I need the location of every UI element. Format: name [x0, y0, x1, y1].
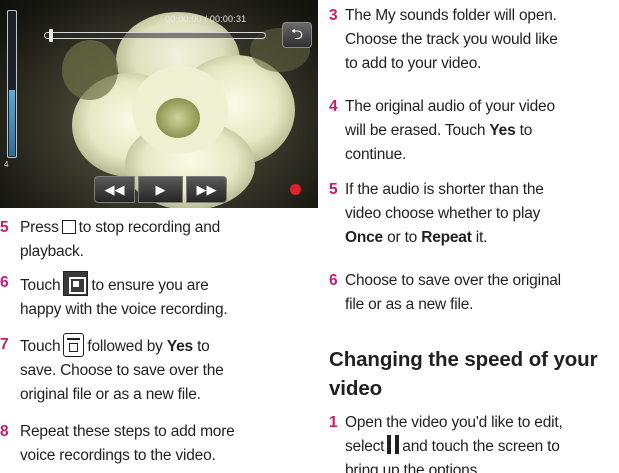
play-icon: ▶: [155, 182, 166, 197]
volume-fill: [9, 90, 15, 156]
seek-bar[interactable]: [44, 29, 266, 42]
rewind-icon: ◀◀: [104, 182, 125, 197]
step-number: 6: [329, 272, 338, 289]
volume-slider[interactable]: [7, 10, 17, 158]
stop-square-icon: [61, 220, 76, 234]
volume-level: 4: [4, 160, 9, 169]
left-step-7: 7 Touch followed by Yes to save. Choose t…: [0, 333, 318, 407]
step-number: 5: [329, 181, 338, 198]
speed-step-1: 1 Open the video you'd like to edit, sel…: [329, 411, 619, 473]
right-step-4: 4 The original audio of your video will …: [329, 95, 619, 167]
section-heading: Changing the speed of your video: [329, 348, 598, 400]
pause-icon: [387, 435, 400, 454]
step-number: 8: [0, 423, 9, 440]
fast-forward-icon: ▶▶: [196, 182, 217, 197]
switch-view-icon: [63, 271, 89, 296]
step-number: 1: [329, 414, 338, 431]
right-step-3: 3 The My sounds folder will open. Choose…: [329, 4, 619, 76]
play-button[interactable]: ▶: [138, 176, 183, 203]
left-step-8: 8 Repeat these steps to add more voice r…: [0, 420, 318, 468]
seek-handle[interactable]: [49, 29, 53, 42]
fast-forward-button[interactable]: ▶▶: [186, 176, 227, 203]
video-player-screenshot: 00:00:00 / 00:00:31 ⮌ 4 ◀◀ ▶ ▶▶: [0, 0, 318, 208]
step-number: 7: [0, 336, 9, 353]
save-icon: [63, 333, 85, 357]
return-arrow-icon: ⮌: [290, 26, 303, 43]
step-number: 6: [0, 274, 9, 291]
step-number: 5: [0, 219, 9, 236]
playback-time: 00:00:00 / 00:00:31: [165, 14, 247, 24]
back-button[interactable]: ⮌: [282, 22, 312, 48]
rewind-button[interactable]: ◀◀: [94, 176, 135, 203]
step-number: 4: [329, 98, 338, 115]
right-step-6: 6 Choose to save over the original file …: [329, 269, 619, 317]
left-step-5: 5 Press to stop recording and playback.: [0, 216, 318, 264]
right-step-5: 5 If the audio is shorter than the video…: [329, 178, 619, 250]
step-number: 3: [329, 7, 338, 24]
record-dot-icon[interactable]: [290, 184, 301, 195]
left-step-6: 6 Touch to ensure you are happy with the …: [0, 271, 318, 322]
